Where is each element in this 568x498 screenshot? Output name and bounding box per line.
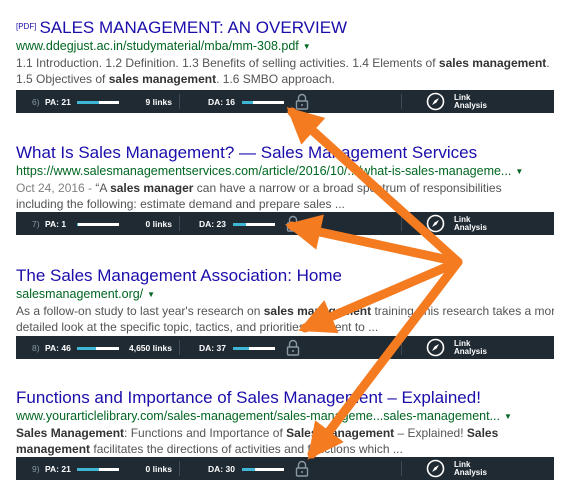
annotation-arrows xyxy=(284,107,463,460)
